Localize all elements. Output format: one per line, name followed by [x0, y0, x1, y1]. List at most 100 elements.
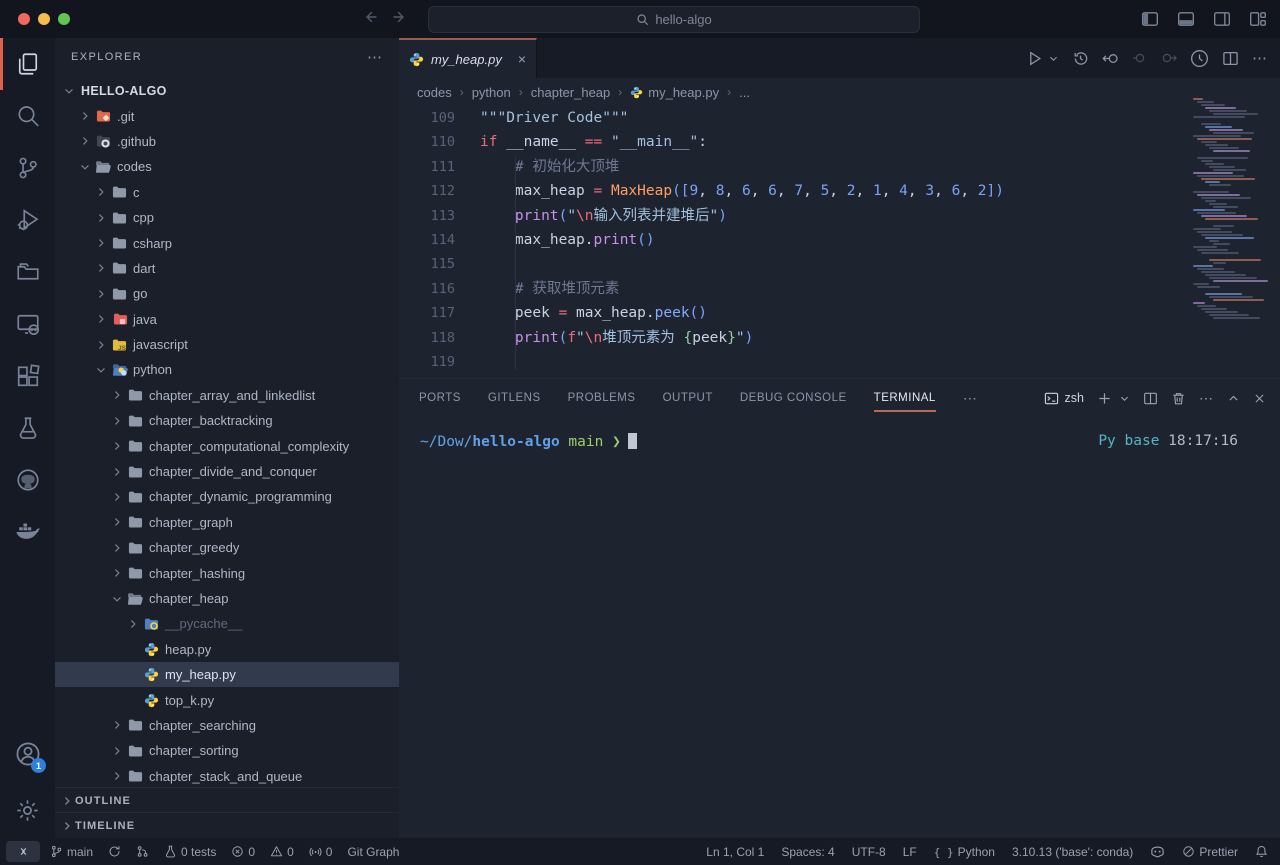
status-gitgraph[interactable] — [136, 845, 149, 858]
file-top-k-py[interactable]: top_k.py — [55, 687, 399, 712]
run-dropdown-chevron-icon[interactable] — [1048, 53, 1059, 64]
run-debug-icon[interactable] — [0, 194, 55, 246]
project-folder-icon[interactable] — [0, 246, 55, 298]
close-tab-icon[interactable]: × — [518, 51, 526, 67]
folder-chapter-greedy[interactable]: chapter_greedy — [55, 535, 399, 560]
panel-tab-problems[interactable]: PROBLEMS — [568, 388, 636, 408]
folder-chapter-array-and-linkedlist[interactable]: chapter_array_and_linkedlist — [55, 383, 399, 408]
folder-csharp[interactable]: csharp — [55, 230, 399, 255]
status-0-tests[interactable]: 0 tests — [164, 845, 216, 859]
status-0[interactable]: 0 — [231, 845, 255, 859]
testing-flask-icon[interactable] — [0, 402, 55, 454]
folder-chapter-divide-and-conquer[interactable]: chapter_divide_and_conquer — [55, 459, 399, 484]
github-icon[interactable] — [0, 454, 55, 506]
status-python[interactable]: { }Python — [934, 845, 995, 859]
folder-chapter-graph[interactable]: chapter_graph — [55, 510, 399, 535]
minimap[interactable] — [1193, 98, 1271, 334]
nav-forward-icon[interactable] — [392, 9, 408, 25]
outline-section[interactable]: OUTLINE — [55, 787, 399, 813]
extensions-icon[interactable] — [0, 350, 55, 402]
status-git-graph[interactable]: Git Graph — [347, 845, 399, 859]
explorer-more-actions-icon[interactable]: ⋯ — [367, 48, 383, 66]
nav-back-icon[interactable] — [362, 9, 378, 25]
explorer-icon[interactable] — [0, 38, 55, 90]
minimize-window-button[interactable] — [38, 13, 50, 25]
docker-icon[interactable] — [0, 506, 55, 558]
settings-gear-icon[interactable] — [0, 782, 55, 838]
folder--github[interactable]: .github — [55, 129, 399, 154]
code-editor[interactable]: 109"""Driver Code"""110if __name__ == "_… — [399, 106, 1280, 378]
breadcrumb-chapter-heap[interactable]: chapter_heap — [531, 85, 611, 100]
split-editor-icon[interactable] — [1222, 50, 1239, 67]
status-main[interactable]: main — [50, 845, 93, 859]
folder-chapter-heap[interactable]: chapter_heap — [55, 586, 399, 611]
status-prettier[interactable]: Prettier — [1182, 845, 1238, 859]
gitlens-compare-prev-icon[interactable] — [1102, 50, 1119, 67]
close-panel-icon[interactable] — [1253, 392, 1266, 405]
folder-cpp[interactable]: cpp — [55, 205, 399, 230]
status-0[interactable]: 0 — [309, 845, 333, 859]
run-python-file-icon[interactable] — [1026, 50, 1043, 67]
status-ln-1-col-1[interactable]: Ln 1, Col 1 — [706, 845, 764, 859]
panel-tab-output[interactable]: OUTPUT — [663, 388, 713, 408]
toggle-secondary-sidebar-icon[interactable] — [1211, 8, 1232, 29]
maximize-panel-chevron-icon[interactable] — [1227, 392, 1240, 405]
file-my-heap-py[interactable]: my_heap.py — [55, 662, 399, 687]
panel-tab-gitlens[interactable]: GITLENS — [488, 388, 541, 408]
folder-javascript[interactable]: JSjavascript — [55, 332, 399, 357]
status-spaces-4[interactable]: Spaces: 4 — [781, 845, 834, 859]
folder-chapter-searching[interactable]: chapter_searching — [55, 713, 399, 738]
status-lf[interactable]: LF — [903, 845, 917, 859]
timeline-history-icon[interactable] — [1072, 50, 1089, 67]
new-terminal-icon[interactable] — [1097, 391, 1112, 406]
folder-chapter-dynamic-programming[interactable]: chapter_dynamic_programming — [55, 484, 399, 509]
close-window-button[interactable] — [18, 13, 30, 25]
status-utf-8[interactable]: UTF-8 — [852, 845, 886, 859]
command-center-search[interactable]: hello-algo — [428, 6, 920, 33]
status-3-10-13-base-conda[interactable]: 3.10.13 ('base': conda) — [1012, 845, 1133, 859]
terminal-dropdown-chevron-icon[interactable] — [1119, 393, 1130, 404]
kill-terminal-trash-icon[interactable] — [1171, 391, 1186, 406]
panel-tab-terminal[interactable]: TERMINAL — [874, 388, 936, 408]
folder-dart[interactable]: dart — [55, 256, 399, 281]
panel-tab-debug-console[interactable]: DEBUG CONSOLE — [740, 388, 847, 408]
status-bell[interactable] — [1255, 845, 1268, 858]
split-terminal-icon[interactable] — [1143, 391, 1158, 406]
remote-explorer-icon[interactable] — [0, 298, 55, 350]
status-0[interactable]: 0 — [270, 845, 294, 859]
folder-chapter-hashing[interactable]: chapter_hashing — [55, 560, 399, 585]
editor-more-actions-icon[interactable]: ⋯ — [1252, 49, 1268, 67]
terminal-instance[interactable]: zsh — [1044, 391, 1084, 406]
panel-tab-ports[interactable]: PORTS — [419, 388, 461, 408]
folder-java[interactable]: java — [55, 307, 399, 332]
folder-chapter-computational-complexity[interactable]: chapter_computational_complexity — [55, 433, 399, 458]
folder--pycache-[interactable]: __pycache__ — [55, 611, 399, 636]
toggle-sidebar-icon[interactable] — [1139, 8, 1160, 29]
folder-python[interactable]: python — [55, 357, 399, 382]
remote-indicator[interactable] — [6, 841, 40, 862]
toggle-panel-icon[interactable] — [1175, 8, 1196, 29]
status-copilot[interactable] — [1150, 844, 1165, 859]
breadcrumb-python[interactable]: python — [472, 85, 511, 100]
folder--git[interactable]: .git — [55, 103, 399, 128]
folder-chapter-sorting[interactable]: chapter_sorting — [55, 738, 399, 763]
folder-go[interactable]: go — [55, 281, 399, 306]
file-heap-py[interactable]: heap.py — [55, 637, 399, 662]
search-view-icon[interactable] — [0, 90, 55, 142]
folder-c[interactable]: c — [55, 180, 399, 205]
folder-chapter-stack-and-queue[interactable]: chapter_stack_and_queue — [55, 764, 399, 788]
accounts-icon[interactable]: 1 — [0, 726, 55, 782]
timeline-section[interactable]: TIMELINE — [55, 812, 399, 838]
maximize-window-button[interactable] — [58, 13, 70, 25]
tab-my-heap[interactable]: my_heap.py × — [399, 38, 537, 78]
gitlens-prev-change-icon[interactable] — [1132, 50, 1148, 66]
file-history-icon[interactable] — [1190, 49, 1209, 68]
panel-tabs-overflow-icon[interactable]: ⋯ — [963, 390, 978, 407]
customize-layout-icon[interactable] — [1247, 8, 1268, 29]
folder-codes[interactable]: codes — [55, 154, 399, 179]
gitlens-next-change-icon[interactable] — [1161, 50, 1177, 66]
breadcrumb-my-heap-py[interactable]: my_heap.py — [630, 85, 719, 100]
panel-more-actions-icon[interactable]: ⋯ — [1199, 390, 1214, 407]
terminal-content[interactable]: ~/Dow/hello-algo main ❯ Py base 18:17:16 — [399, 417, 1280, 450]
folder-chapter-backtracking[interactable]: chapter_backtracking — [55, 408, 399, 433]
